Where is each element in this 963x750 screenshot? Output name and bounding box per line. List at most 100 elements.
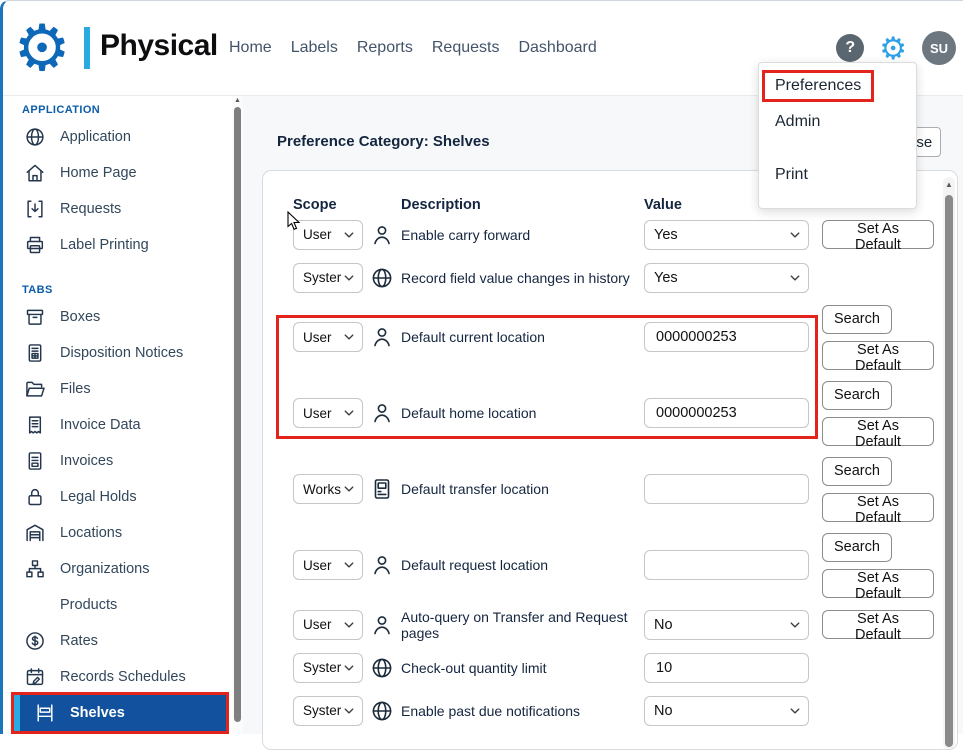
user-menu: Preferences Admin Print — [758, 62, 917, 209]
sidebar-scroll-thumb[interactable] — [234, 107, 241, 722]
sidebar-item-label: Invoices — [60, 453, 113, 469]
sidebar-item-home-page[interactable]: Home Page — [0, 155, 232, 191]
chevron-down-icon — [789, 272, 801, 284]
person-icon — [370, 613, 394, 637]
person-icon — [370, 401, 394, 425]
value-input[interactable] — [644, 322, 809, 352]
scroll-up-icon[interactable]: ▲ — [943, 180, 955, 189]
value-input[interactable] — [644, 474, 809, 504]
nav-link-reports[interactable]: Reports — [357, 39, 413, 57]
sidebar-item-files[interactable]: Files — [0, 371, 232, 407]
set-as-default-button[interactable]: Set As Default — [822, 417, 934, 446]
globe-icon — [370, 656, 394, 680]
preference-row: WorksDefault transfer locationSearchSet … — [263, 451, 957, 527]
description-label: Record field value changes in history — [401, 270, 637, 286]
description-label: Enable carry forward — [401, 227, 637, 243]
sidebar-item-label-printing[interactable]: Label Printing — [0, 227, 232, 263]
sidebar-item-organizations[interactable]: Organizations — [0, 551, 232, 587]
value-select[interactable]: Yes — [644, 220, 809, 250]
chevron-down-icon — [789, 229, 801, 241]
search-button[interactable]: Search — [822, 381, 892, 410]
value-select[interactable]: No — [644, 610, 809, 640]
scope-select[interactable]: Works — [293, 474, 363, 504]
value-select-value: No — [654, 703, 673, 719]
preference-row: Syster Record field value changes in hist… — [263, 256, 957, 299]
scope-select[interactable]: User — [293, 550, 363, 580]
brand-divider — [84, 27, 90, 69]
sidebar-item-label: Home Page — [60, 165, 137, 181]
sidebar-item-label: Label Printing — [60, 237, 149, 253]
chevron-down-icon — [343, 559, 355, 571]
description-label: Default home location — [401, 405, 637, 421]
nav-link-requests[interactable]: Requests — [432, 39, 500, 57]
value-select[interactable]: No — [644, 696, 809, 726]
sidebar-item-records-schedules[interactable]: Records Schedules — [0, 659, 232, 695]
shelf-icon — [34, 702, 56, 724]
chevron-down-icon — [789, 619, 801, 631]
sidebar-item-label: Locations — [60, 525, 122, 541]
scope-select[interactable]: Syster — [293, 653, 363, 683]
sidebar-item-label: Legal Holds — [60, 489, 137, 505]
sidebar-scrollbar[interactable]: ▲ — [232, 96, 243, 734]
person-icon — [370, 325, 394, 349]
value-select[interactable]: Yes — [644, 263, 809, 293]
description-label: Auto-query on Transfer and Request pages — [401, 609, 637, 641]
set-as-default-button[interactable]: Set As Default — [822, 569, 934, 598]
menu-item-admin[interactable]: Admin — [765, 109, 830, 135]
scope-select-value: Syster — [303, 660, 341, 675]
value-input[interactable] — [644, 398, 809, 428]
nav-link-dashboard[interactable]: Dashboard — [518, 39, 596, 57]
globe-icon — [370, 699, 394, 723]
set-as-default-button[interactable]: Set As Default — [822, 220, 934, 249]
scope-select-value: User — [303, 330, 332, 345]
panel-scrollbar[interactable]: ▲ — [943, 177, 955, 749]
set-as-default-button[interactable]: Set As Default — [822, 493, 934, 522]
sidebar-item-requests[interactable]: Requests — [0, 191, 232, 227]
preference-row: SysterEnable past due notificationsNo — [263, 689, 957, 732]
globe-icon — [24, 126, 46, 148]
scope-select[interactable]: Syster — [293, 263, 363, 293]
help-button[interactable]: ? — [836, 34, 864, 62]
sidebar-item-legal-holds[interactable]: Legal Holds — [0, 479, 232, 515]
sidebar-item-products[interactable]: Products — [0, 587, 232, 623]
sidebar-item-locations[interactable]: Locations — [0, 515, 232, 551]
brand-title: Physical — [100, 29, 218, 63]
sidebar-item-rates[interactable]: Rates — [0, 623, 232, 659]
scope-select[interactable]: User — [293, 220, 363, 250]
sidebar-item-invoice-data[interactable]: Invoice Data — [0, 407, 232, 443]
set-as-default-button[interactable]: Set As Default — [822, 610, 934, 639]
scope-select[interactable]: User — [293, 610, 363, 640]
search-button[interactable]: Search — [822, 533, 892, 562]
sidebar-item-disposition-notices[interactable]: Disposition Notices — [0, 335, 232, 371]
sidebar-item-application[interactable]: Application — [0, 119, 232, 155]
sidebar-item-invoices[interactable]: Invoices — [0, 443, 232, 479]
set-as-default-button[interactable]: Set As Default — [822, 341, 934, 370]
sidebar-item-shelves[interactable]: Shelves — [14, 695, 226, 731]
document-grid-icon — [24, 342, 46, 364]
chevron-down-icon — [343, 705, 355, 717]
value-input[interactable] — [644, 550, 809, 580]
value-input[interactable] — [644, 653, 809, 683]
search-button[interactable]: Search — [822, 457, 892, 486]
warehouse-icon — [24, 522, 46, 544]
nav-link-home[interactable]: Home — [229, 39, 272, 57]
chevron-down-icon — [343, 662, 355, 674]
panel-scroll-thumb[interactable] — [945, 195, 953, 747]
brand-gear-icon: ⚙ — [8, 12, 76, 84]
settings-button[interactable]: ⚙ — [879, 33, 907, 64]
search-button[interactable]: Search — [822, 305, 892, 334]
scope-select[interactable]: Syster — [293, 696, 363, 726]
menu-item-print[interactable]: Print — [765, 162, 818, 188]
chevron-down-icon — [343, 272, 355, 284]
scroll-up-icon[interactable]: ▲ — [233, 97, 242, 104]
calendar-edit-icon — [24, 666, 46, 688]
menu-item-preferences[interactable]: Preferences — [765, 73, 871, 99]
nav-link-labels[interactable]: Labels — [291, 39, 338, 57]
chevron-down-icon — [343, 619, 355, 631]
user-avatar[interactable]: SU — [922, 31, 956, 65]
scope-select[interactable]: User — [293, 322, 363, 352]
value-select-value: No — [654, 617, 673, 633]
sidebar-item-label: Rates — [60, 633, 98, 649]
sidebar-item-boxes[interactable]: Boxes — [0, 299, 232, 335]
scope-select[interactable]: User — [293, 398, 363, 428]
